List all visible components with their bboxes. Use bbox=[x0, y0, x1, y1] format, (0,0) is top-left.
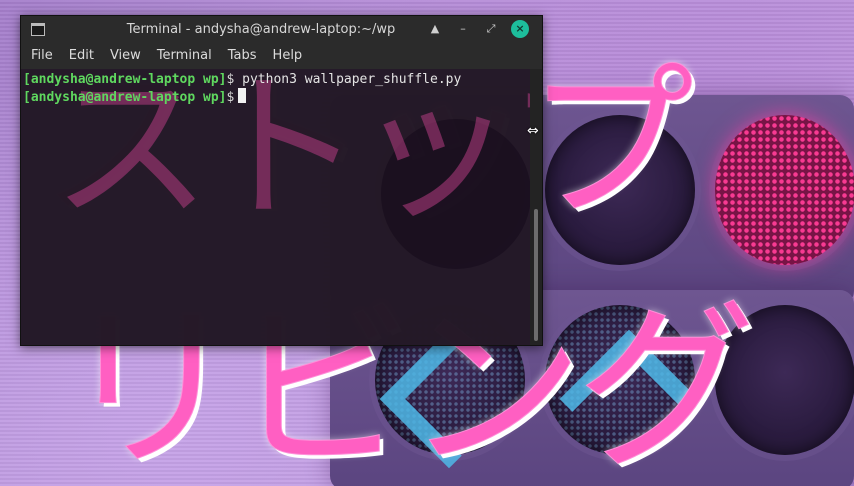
resize-cursor-icon: ⇔ bbox=[527, 123, 539, 139]
shade-window-button[interactable]: ▲ bbox=[427, 21, 443, 37]
minimize-button[interactable]: – bbox=[455, 21, 471, 37]
terminal-output[interactable]: ストップ [andysha@andrew-laptop wp]$ python3… bbox=[21, 69, 530, 345]
scrollbar[interactable] bbox=[530, 69, 542, 345]
prompt-symbol: $ bbox=[226, 90, 235, 105]
shell-prompt: [andysha@andrew-laptop wp] bbox=[23, 72, 227, 87]
menu-view[interactable]: View bbox=[110, 48, 141, 63]
terminal-window[interactable]: Terminal - andysha@andrew-laptop:~/wp ▲ … bbox=[20, 15, 543, 346]
scrollbar-thumb[interactable] bbox=[534, 209, 538, 341]
traffic-lamp-red bbox=[715, 115, 854, 265]
terminal-line: [andysha@andrew-laptop wp]$ bbox=[23, 88, 461, 105]
prompt-symbol: $ bbox=[226, 72, 235, 87]
menu-bar: File Edit View Terminal Tabs Help bbox=[21, 42, 542, 69]
maximize-button[interactable]: ⤢ bbox=[483, 21, 499, 37]
menu-terminal[interactable]: Terminal bbox=[157, 48, 212, 63]
menu-file[interactable]: File bbox=[31, 48, 53, 63]
command-text: python3 wallpaper_shuffle.py bbox=[242, 72, 462, 87]
shell-prompt: [andysha@andrew-laptop wp] bbox=[23, 90, 227, 105]
text-cursor bbox=[238, 88, 247, 103]
menu-help[interactable]: Help bbox=[273, 48, 303, 63]
close-button[interactable]: × bbox=[511, 20, 529, 38]
menu-edit[interactable]: Edit bbox=[69, 48, 94, 63]
terminal-line: [andysha@andrew-laptop wp]$ python3 wall… bbox=[23, 71, 461, 88]
menu-tabs[interactable]: Tabs bbox=[228, 48, 257, 63]
title-bar[interactable]: Terminal - andysha@andrew-laptop:~/wp ▲ … bbox=[21, 16, 542, 42]
